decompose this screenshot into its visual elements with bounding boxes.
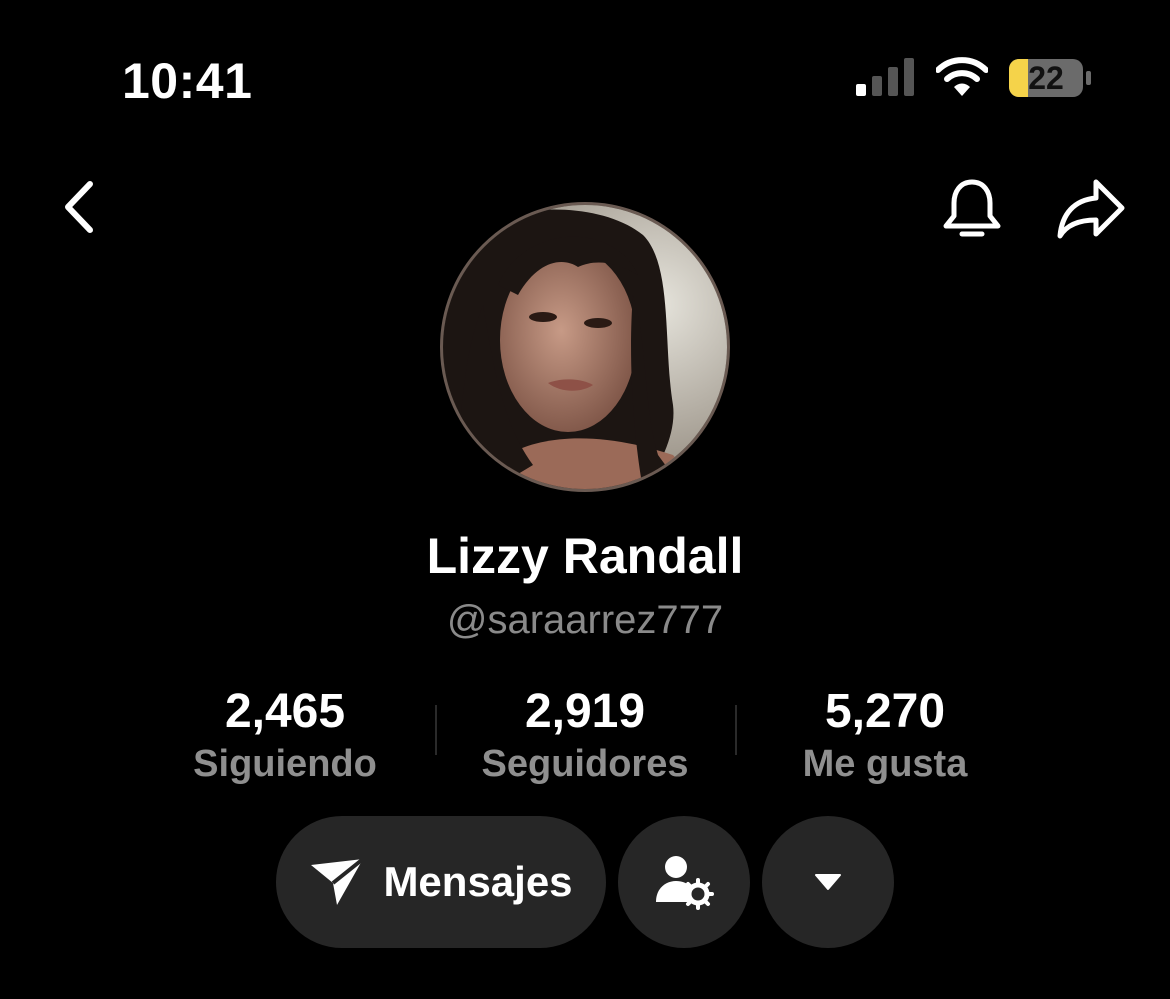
chevron-left-icon[interactable] [58, 178, 102, 236]
cellular-signal-icon [856, 58, 914, 96]
stat-likes[interactable]: 5,270 Me gusta [735, 684, 1035, 788]
profile-handle: @saraarrez777 [446, 598, 724, 642]
battery-level: 22 [1028, 59, 1064, 96]
avatar[interactable] [440, 202, 730, 492]
wifi-icon [936, 57, 988, 96]
stat-following-label: Siguiendo [193, 743, 377, 785]
share-arrow-icon[interactable] [1054, 176, 1128, 240]
more-options-button[interactable] [762, 816, 894, 948]
profile-display-name: Lizzy Randall [426, 528, 744, 584]
stat-followers-label: Seguidores [481, 743, 689, 785]
stat-likes-value: 5,270 [824, 685, 946, 738]
profile-photo [443, 205, 727, 489]
send-icon [311, 857, 365, 905]
bell-icon[interactable] [940, 176, 1004, 242]
stat-likes-label: Me gusta [802, 743, 968, 785]
stat-followers-value: 2,919 [524, 685, 646, 738]
stat-followers[interactable]: 2,919 Seguidores [435, 684, 735, 788]
user-settings-icon [656, 856, 714, 910]
stat-following-value: 2,465 [224, 685, 346, 738]
stat-following[interactable]: 2,465 Siguiendo [135, 684, 435, 788]
messages-button[interactable]: Mensajes [276, 816, 606, 948]
messages-button-label: Mensajes [383, 858, 573, 905]
status-time: 10:41 [122, 53, 253, 109]
caret-down-icon [815, 874, 841, 890]
friend-settings-button[interactable] [618, 816, 750, 948]
battery-indicator: 22 [1008, 58, 1092, 98]
